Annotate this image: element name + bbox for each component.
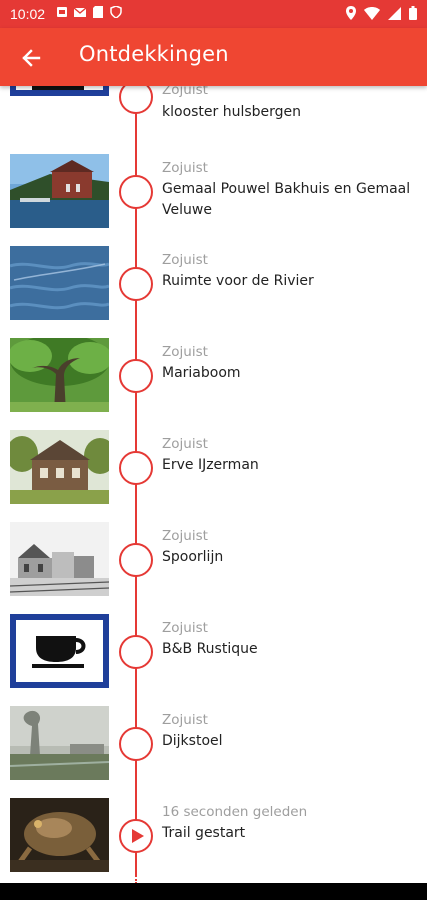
list-item[interactable]: Zojuist Erve IJzerman <box>0 430 427 522</box>
coffee-sign-thumbnail <box>10 86 109 96</box>
item-time: 16 seconden geleden <box>162 804 308 820</box>
item-name: Erve IJzerman <box>162 457 259 473</box>
discoveries-list[interactable]: Zojuist klooster hulsbergen Zojuist Gema… <box>0 86 427 883</box>
item-name: Spoorlijn <box>162 549 224 565</box>
item-time: Zojuist <box>162 86 208 98</box>
item-name: Dijkstoel <box>162 733 223 749</box>
timeline-node <box>119 267 153 301</box>
location-icon <box>346 6 356 20</box>
coffee-sign-thumbnail <box>10 614 109 688</box>
list-item[interactable]: Zojuist Spoorlijn <box>0 522 427 614</box>
image-notification-icon <box>57 7 67 17</box>
tree-thumbnail <box>10 338 109 412</box>
status-notification-icons <box>56 6 122 18</box>
item-name: B&B Rustique <box>162 641 258 657</box>
pumping-station-thumbnail <box>10 154 109 228</box>
timeline-node <box>119 635 153 669</box>
item-time: Zojuist <box>162 528 208 544</box>
status-system-icons <box>346 6 417 20</box>
signal-icon <box>388 6 401 20</box>
shield-icon <box>110 6 122 18</box>
item-name: Gemaal Pouwel Bakhuis en Gemaal Veluwe <box>162 181 411 218</box>
status-time: 10:02 <box>10 6 46 22</box>
page-title: Ontdekkingen <box>79 42 229 66</box>
timeline-node <box>119 727 153 761</box>
list-item[interactable]: Zojuist Gemaal Pouwel Bakhuis en Gemaal … <box>0 154 427 246</box>
arrow-back-icon <box>22 49 41 67</box>
farmhouse-thumbnail <box>10 430 109 504</box>
timeline-node <box>119 86 153 114</box>
river-thumbnail <box>10 246 109 320</box>
railway-thumbnail <box>10 522 109 596</box>
status-bar: 10:02 <box>0 0 427 28</box>
timeline-node <box>119 543 153 577</box>
list-item[interactable]: Zojuist Ruimte voor de Rivier <box>0 246 427 338</box>
item-time: Zojuist <box>162 252 208 268</box>
list-item[interactable]: Zojuist Mariaboom <box>0 338 427 430</box>
item-time: Zojuist <box>162 160 208 176</box>
item-time: Zojuist <box>162 712 208 728</box>
play-icon <box>119 819 153 853</box>
app-bar: Ontdekkingen <box>0 28 427 86</box>
timeline-node <box>119 175 153 209</box>
wifi-icon <box>364 6 380 20</box>
toad-thumbnail <box>10 798 109 872</box>
back-button[interactable] <box>16 43 46 73</box>
timeline-node <box>119 359 153 393</box>
item-time: Zojuist <box>162 344 208 360</box>
battery-icon <box>409 6 417 20</box>
item-time: Zojuist <box>162 620 208 636</box>
sd-card-icon <box>93 6 103 18</box>
mail-icon <box>74 7 86 17</box>
list-item[interactable]: Zojuist Dijkstoel <box>0 706 427 798</box>
item-name: Ruimte voor de Rivier <box>162 273 314 289</box>
system-nav-bar <box>0 883 427 900</box>
list-item[interactable]: 16 seconden geleden Trail gestart <box>0 798 427 883</box>
item-name: Mariaboom <box>162 365 241 381</box>
item-time: Zojuist <box>162 436 208 452</box>
list-item[interactable]: Zojuist B&B Rustique <box>0 614 427 706</box>
item-name: Trail gestart <box>162 825 246 841</box>
foggy-landscape-thumbnail <box>10 706 109 780</box>
list-item[interactable]: Zojuist klooster hulsbergen <box>0 86 427 138</box>
item-name: klooster hulsbergen <box>162 104 302 120</box>
timeline-node <box>119 451 153 485</box>
